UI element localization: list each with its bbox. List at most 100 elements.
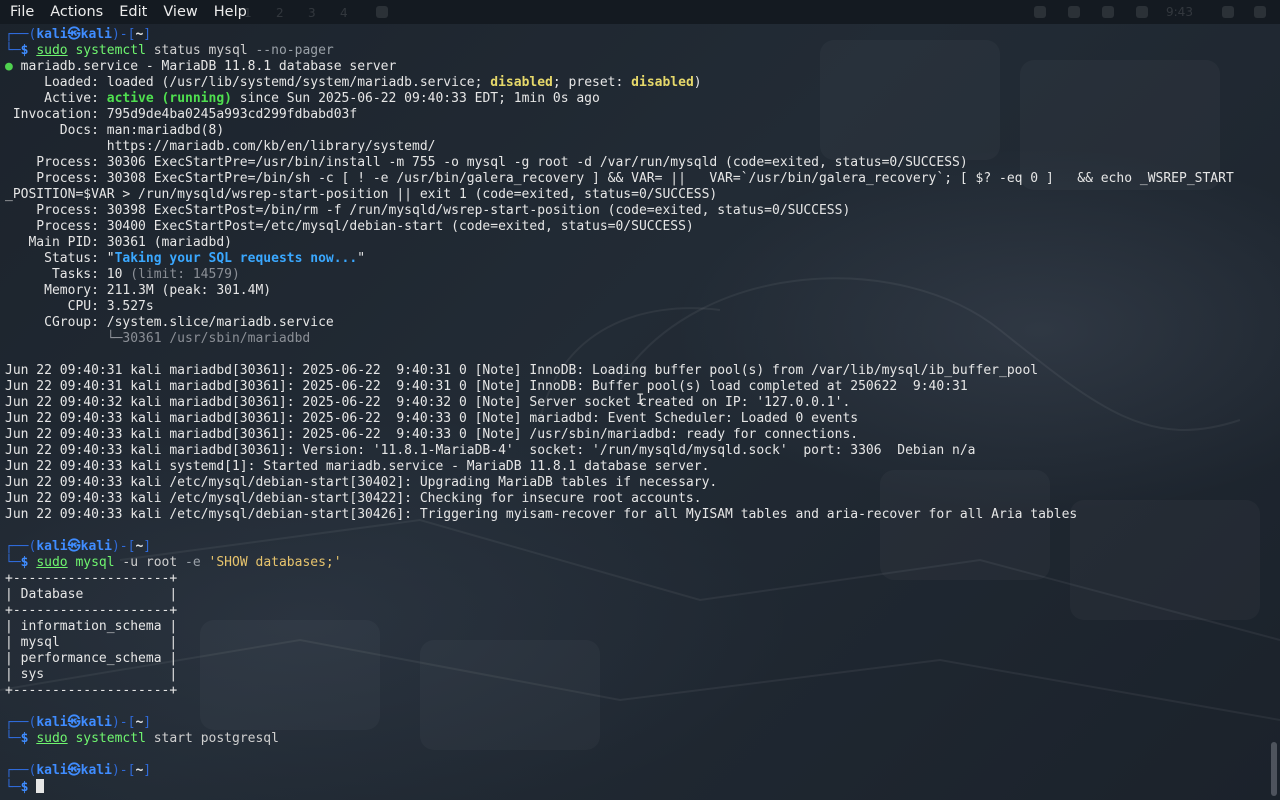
output-line: _POSITION=$VAR > /run/mysqld/wsrep-start…	[5, 187, 1266, 203]
log-text: Main PID: 30361 (mariadbd)	[5, 235, 232, 250]
tasks-limit: (limit: 14579)	[130, 267, 240, 282]
status-message: Taking your SQL requests now...	[114, 251, 358, 266]
command-program: systemctl	[75, 43, 146, 58]
table-row: +--------------------+	[5, 683, 1266, 699]
output-line: Jun 22 09:40:33 kali mariadbd[30361]: 20…	[5, 427, 1266, 443]
table-cell: | information_schema |	[5, 619, 178, 634]
prompt-corner: └─	[5, 780, 21, 795]
active-label: Active:	[5, 91, 107, 106]
output-line: Jun 22 09:40:33 kali /etc/mysql/debian-s…	[5, 475, 1266, 491]
table-row: | sys |	[5, 667, 1266, 683]
prompt-bracket: ]	[143, 539, 152, 554]
tasks-label: Tasks: 10	[5, 267, 131, 282]
menu-view[interactable]: View	[155, 0, 205, 24]
command-program: mysql	[75, 555, 115, 570]
prompt-user: kali	[36, 539, 68, 554]
terminal-scrollbar[interactable]	[1271, 742, 1277, 796]
log-text: Invocation: 795d9de4ba0245a993cd299fdbab…	[5, 107, 358, 122]
log-text: CPU: 3.527s	[5, 299, 154, 314]
log-text: Docs: man:mariadbd(8)	[5, 123, 225, 138]
prompt-symbol: $	[20, 780, 37, 795]
command-sudo: sudo	[36, 731, 68, 746]
output-line: Process: 30308 ExecStartPre=/bin/sh -c […	[5, 171, 1266, 187]
output-line: Process: 30398 ExecStartPost=/bin/rm -f …	[5, 203, 1266, 219]
log-text: https://mariadb.com/kb/en/library/system…	[5, 139, 436, 154]
prompt-user: kali	[36, 715, 68, 730]
output-line: Tasks: 10 (limit: 14579)	[5, 267, 1266, 283]
command-args: status mysql	[145, 43, 256, 58]
table-cell: | performance_schema |	[5, 651, 178, 666]
prompt-corner: └─	[5, 731, 21, 746]
output-line: Main PID: 30361 (mariadbd)	[5, 235, 1266, 251]
table-row: | mysql |	[5, 635, 1266, 651]
log-text: Jun 22 09:40:32 kali mariadbd[30361]: 20…	[5, 395, 851, 410]
output-line: Docs: man:mariadbd(8)	[5, 123, 1266, 139]
output-line: Jun 22 09:40:33 kali mariadbd[30361]: Ve…	[5, 443, 1266, 459]
table-row: +--------------------+	[5, 571, 1266, 587]
log-text: Jun 22 09:40:33 kali /etc/mysql/debian-s…	[5, 507, 1078, 522]
prompt-command-line: └─$	[5, 779, 1266, 795]
output-line: CGroup: /system.slice/mariadb.service	[5, 315, 1266, 331]
output-line: Status: "Taking your SQL requests now...…	[5, 251, 1266, 267]
log-text: Jun 22 09:40:31 kali mariadbd[30361]: 20…	[5, 379, 968, 394]
terminal-output[interactable]: ┌──(kali㉿kali)-[~] └─$ sudo systemctl sta…	[5, 27, 1266, 795]
log-text: Process: 30306 ExecStartPre=/usr/bin/ins…	[5, 155, 968, 170]
cgroup-process: └─30361 /usr/sbin/mariadbd	[5, 331, 311, 346]
prompt-host: kali	[80, 715, 112, 730]
menu-actions[interactable]: Actions	[42, 0, 111, 24]
prompt-bracket: ┌──(	[5, 27, 37, 42]
log-text: Process: 30400 ExecStartPost=/etc/mysql/…	[5, 219, 694, 234]
prompt-header: ┌──(kali㉿kali)-[~]	[5, 763, 1266, 779]
prompt-corner: └─	[5, 43, 21, 58]
output-line: Jun 22 09:40:33 kali /etc/mysql/debian-s…	[5, 491, 1266, 507]
log-text: Jun 22 09:40:33 kali mariadbd[30361]: Ve…	[5, 443, 976, 458]
prompt-header: ┌──(kali㉿kali)-[~]	[5, 715, 1266, 731]
prompt-symbol: $	[20, 555, 37, 570]
prompt-symbol: $	[20, 43, 37, 58]
terminal-menubar: File Actions Edit View Help	[0, 0, 1280, 24]
text-cursor	[36, 779, 45, 793]
prompt-host: kali	[80, 27, 112, 42]
prompt-separator: ㉿	[67, 27, 81, 42]
command-args: start postgresql	[145, 731, 279, 746]
output-line: CPU: 3.527s	[5, 299, 1266, 315]
enabled-state: disabled	[490, 75, 553, 90]
prompt-user: kali	[36, 763, 68, 778]
log-text: _POSITION=$VAR > /run/mysqld/wsrep-start…	[5, 187, 718, 202]
output-line: Jun 22 09:40:33 kali /etc/mysql/debian-s…	[5, 507, 1266, 523]
prompt-bracket: )-[	[111, 763, 136, 778]
table-cell: | mysql |	[5, 635, 178, 650]
prompt-bracket: )-[	[111, 715, 136, 730]
table-cell: | Database |	[5, 587, 178, 602]
active-since: since Sun 2025-06-22 09:40:33 EDT; 1min …	[231, 91, 600, 106]
log-text: Jun 22 09:40:33 kali /etc/mysql/debian-s…	[5, 475, 718, 490]
output-line: Process: 30306 ExecStartPre=/usr/bin/ins…	[5, 155, 1266, 171]
menu-file[interactable]: File	[0, 0, 42, 24]
prompt-host: kali	[80, 539, 112, 554]
text-cursor-icon: I	[636, 392, 645, 408]
menu-help[interactable]: Help	[206, 0, 255, 24]
log-text: Jun 22 09:40:33 kali systemd[1]: Started…	[5, 459, 710, 474]
output-line: Memory: 211.3M (peak: 301.4M)	[5, 283, 1266, 299]
output-line: ● mariadb.service - MariaDB 11.8.1 datab…	[5, 59, 1266, 75]
prompt-command-line: └─$ sudo systemctl status mysql --no-pag…	[5, 43, 1266, 59]
table-cell: +--------------------+	[5, 683, 178, 698]
prompt-user: kali	[36, 27, 68, 42]
output-line: Jun 22 09:40:33 kali systemd[1]: Started…	[5, 459, 1266, 475]
output-line: Process: 30400 ExecStartPost=/etc/mysql/…	[5, 219, 1266, 235]
prompt-corner: └─	[5, 555, 21, 570]
table-cell: | sys |	[5, 667, 178, 682]
command-sudo: sudo	[36, 43, 68, 58]
log-text: Jun 22 09:40:33 kali mariadbd[30361]: 20…	[5, 427, 859, 442]
text-segment: )	[693, 75, 702, 90]
prompt-command-line: └─$ sudo mysql -u root -e 'SHOW database…	[5, 555, 1266, 571]
log-text: Jun 22 09:40:33 kali /etc/mysql/debian-s…	[5, 491, 702, 506]
menu-edit[interactable]: Edit	[111, 0, 155, 24]
prompt-bracket: ┌──(	[5, 715, 37, 730]
status-dot-icon: ●	[5, 59, 13, 74]
output-line: Jun 22 09:40:31 kali mariadbd[30361]: 20…	[5, 363, 1266, 379]
output-line: Active: active (running) since Sun 2025-…	[5, 91, 1266, 107]
